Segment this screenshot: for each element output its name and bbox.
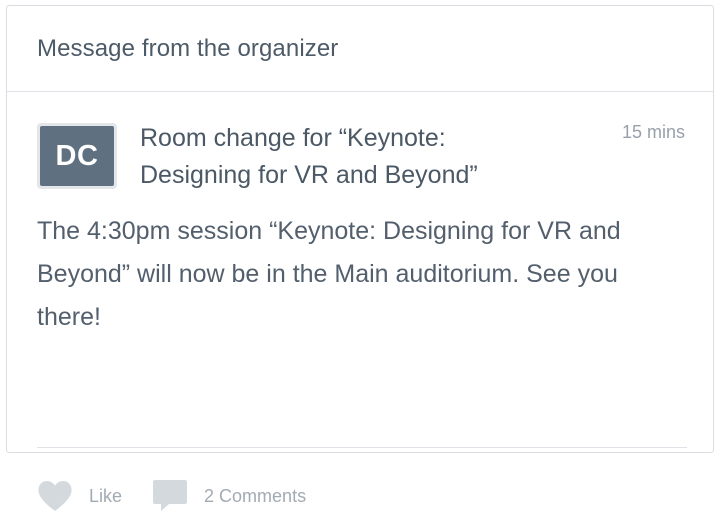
- avatar[interactable]: DC: [37, 123, 117, 189]
- comments-label: 2 Comments: [204, 485, 307, 506]
- avatar-initials: DC: [40, 126, 114, 186]
- speech-bubble-icon: [152, 479, 188, 513]
- card-header-title: Message from the organizer: [37, 34, 339, 62]
- comments-button[interactable]: 2 Comments: [152, 479, 306, 513]
- organizer-message-card: Message from the organizer DC Room chang…: [6, 5, 714, 511]
- like-button[interactable]: Like: [37, 480, 122, 512]
- divider: [37, 447, 687, 448]
- card-header: Message from the organizer: [7, 6, 713, 92]
- message-timestamp: 15 mins: [621, 122, 685, 142]
- like-label: Like: [89, 485, 123, 506]
- message-text: The 4:30pm session “Keynote: Designing f…: [37, 217, 621, 331]
- message-title: Room change for “Keynote: Designing for …: [140, 124, 478, 189]
- message-actions: Like 2 Comments: [37, 478, 306, 514]
- heart-icon: [37, 480, 73, 512]
